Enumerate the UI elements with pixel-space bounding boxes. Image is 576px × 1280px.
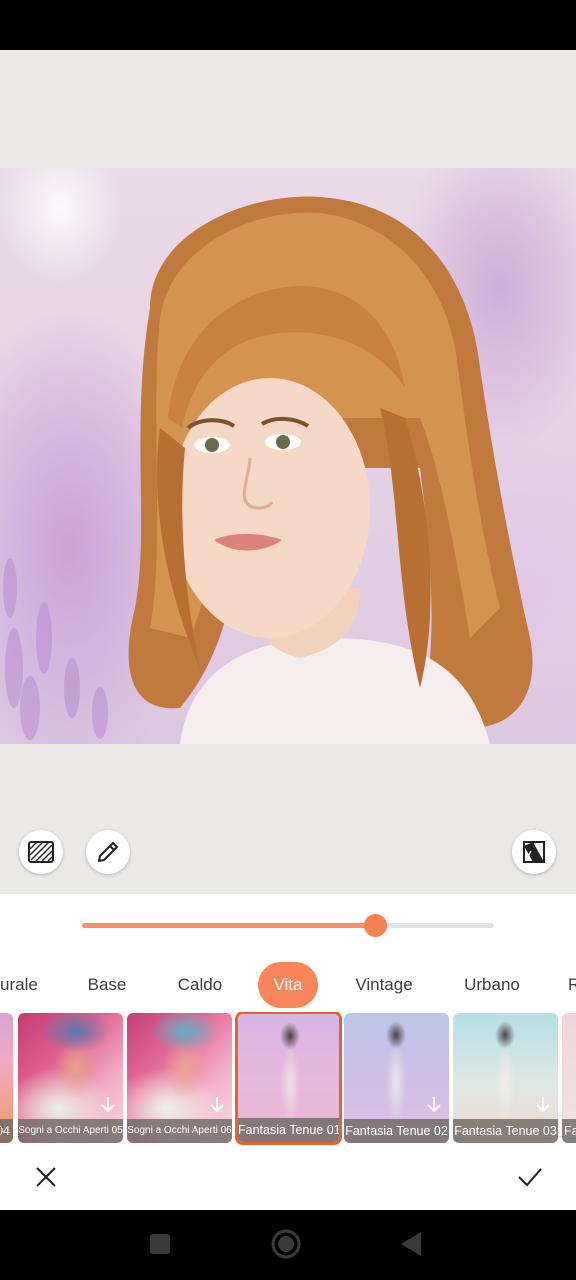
photo-preview: [0, 168, 576, 744]
filter-thumb[interactable]: Sogni a Occhi Aperti 06: [127, 1013, 232, 1143]
filter-thumb[interactable]: Fa: [562, 1013, 576, 1143]
filter-panel: urale Base Caldo Vita Vintage Urbano R 0…: [0, 894, 576, 1210]
filter-thumb[interactable]: Sogni a Occhi Aperti 05: [18, 1013, 123, 1143]
filter-thumb[interactable]: Fantasia Tenue 03: [453, 1013, 558, 1143]
filter-thumb[interactable]: 04: [0, 1013, 13, 1143]
editor-canvas: [0, 50, 576, 894]
filter-label: Fa: [562, 1119, 576, 1143]
intensity-slider[interactable]: [82, 914, 494, 937]
slider-thumb[interactable]: [363, 914, 387, 937]
tab-vita[interactable]: Vita: [258, 962, 318, 1008]
pencil-icon: [98, 842, 118, 862]
download-icon: [210, 1097, 224, 1113]
download-icon: [536, 1097, 550, 1113]
filter-label: Sogni a Occhi Aperti 05: [18, 1119, 123, 1143]
filter-thumb-selected[interactable]: Fantasia Tenue 01: [235, 1012, 342, 1145]
brush-tool-button[interactable]: [86, 830, 130, 874]
download-icon: [427, 1097, 441, 1113]
bottom-actions: [0, 1144, 576, 1210]
tab-naturale[interactable]: urale: [0, 962, 40, 1008]
filter-label: 04: [0, 1119, 13, 1143]
circle-icon[interactable]: [270, 1228, 302, 1260]
tab-caldo[interactable]: Caldo: [173, 962, 227, 1008]
system-navigation-bar: [0, 1210, 576, 1280]
slider-fill: [82, 923, 375, 928]
cancel-button[interactable]: [31, 1162, 61, 1192]
confirm-button[interactable]: [515, 1162, 545, 1192]
tab-base[interactable]: Base: [84, 962, 130, 1008]
square-icon[interactable]: [149, 1233, 171, 1255]
filter-thumbnails: 04 Sogni a Occhi Aperti 05 Sogni a Occhi…: [0, 1012, 576, 1146]
split-square-icon: [523, 841, 545, 863]
filter-label: Fantasia Tenue 02: [344, 1119, 449, 1143]
checkmark-icon: [518, 1168, 542, 1187]
filter-label: Fantasia Tenue 03: [453, 1119, 558, 1143]
status-bar: [0, 0, 576, 50]
filter-label: Fantasia Tenue 01: [238, 1118, 339, 1142]
compare-tool-button[interactable]: [512, 830, 556, 874]
category-tabs: urale Base Caldo Vita Vintage Urbano R: [0, 962, 576, 1008]
triangle-back-icon[interactable]: [399, 1231, 423, 1257]
filter-label: Sogni a Occhi Aperti 06: [127, 1119, 232, 1143]
tab-vintage[interactable]: Vintage: [350, 962, 418, 1008]
close-icon: [36, 1167, 56, 1187]
striped-rectangle-icon: [28, 841, 54, 863]
mask-tool-button[interactable]: [19, 830, 63, 874]
tab-retro[interactable]: R: [568, 962, 576, 1008]
download-icon: [101, 1097, 115, 1113]
tab-urbano[interactable]: Urbano: [460, 962, 524, 1008]
filter-thumb[interactable]: Fantasia Tenue 02: [344, 1013, 449, 1143]
